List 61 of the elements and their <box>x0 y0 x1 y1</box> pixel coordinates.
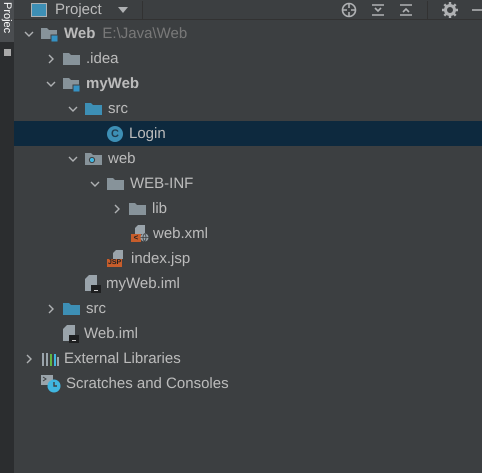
settings-icon[interactable] <box>442 2 458 18</box>
web-folder-icon <box>85 150 103 166</box>
folder-icon <box>129 200 147 216</box>
chevron-icon[interactable] <box>24 28 34 38</box>
module-folder-icon <box>41 26 59 42</box>
tree-label: myWeb.iml <box>106 275 180 292</box>
tree-label: External Libraries <box>64 350 181 367</box>
chevron-icon[interactable] <box>46 78 56 88</box>
tree-row[interactable]: Web.iml <box>14 321 482 346</box>
tree-row[interactable]: myWeb.iml <box>14 271 482 296</box>
chevron-icon[interactable] <box>68 154 78 164</box>
tree-label: Web.iml <box>84 325 138 342</box>
view-selector[interactable]: Project <box>55 1 102 18</box>
folder-icon <box>107 176 125 192</box>
expand-all-icon[interactable] <box>371 2 385 18</box>
side-tab[interactable]: Projec <box>0 0 14 42</box>
tree-row[interactable]: < web.xml <box>14 221 482 246</box>
folder-icon <box>63 300 81 316</box>
chevron-icon[interactable] <box>46 304 56 314</box>
tree-row[interactable]: WEB-INF <box>14 171 482 196</box>
tree-label: web.xml <box>153 225 208 242</box>
class-icon: C <box>107 126 123 142</box>
tree-label: web <box>108 150 136 167</box>
tree-row[interactable]: .idea <box>14 46 482 71</box>
locate-icon[interactable] <box>341 2 357 18</box>
window-icon <box>31 2 47 16</box>
folder-icon <box>85 100 103 116</box>
tree-label: .idea <box>86 50 119 67</box>
folder-icon <box>63 50 81 66</box>
tree-label: lib <box>152 200 168 217</box>
tree-label: Web <box>64 25 96 42</box>
tree-label: WEB-INF <box>130 175 194 192</box>
tree-label: Login <box>129 125 166 142</box>
file-icon <box>85 274 101 292</box>
tree-row[interactable]: web <box>14 146 482 171</box>
tree-row[interactable]: src <box>14 296 482 321</box>
tree-row[interactable]: src <box>14 96 482 121</box>
chevron-icon[interactable] <box>46 54 56 64</box>
file-icon <box>63 324 79 342</box>
path-hint: E:\Java\Web <box>102 25 188 42</box>
libraries-icon <box>41 350 59 366</box>
tree-row[interactable]: C Login <box>14 121 482 146</box>
tree-row[interactable]: Scratches and Consoles <box>14 371 482 396</box>
collapse-all-icon[interactable] <box>399 2 413 18</box>
chevron-icon[interactable] <box>68 104 78 114</box>
tree-label: src <box>86 300 106 317</box>
module-folder-icon <box>63 76 81 92</box>
tree-row[interactable]: myWeb <box>14 71 482 96</box>
tree-row[interactable]: Web E:\Java\Web <box>14 21 482 46</box>
tree-label: index.jsp <box>131 250 190 267</box>
tree-row[interactable]: External Libraries <box>14 346 482 371</box>
scratches-icon <box>41 374 61 392</box>
chevron-icon[interactable] <box>24 354 34 364</box>
tree-label: Scratches and Consoles <box>66 375 229 392</box>
dropdown-arrow-icon[interactable] <box>118 6 128 12</box>
tree-label: src <box>108 100 128 117</box>
chevron-icon[interactable] <box>112 204 122 214</box>
tree-label: myWeb <box>86 75 140 92</box>
chevron-icon[interactable] <box>90 178 100 188</box>
square-icon <box>4 49 10 56</box>
tree-row[interactable]: lib <box>14 196 482 221</box>
